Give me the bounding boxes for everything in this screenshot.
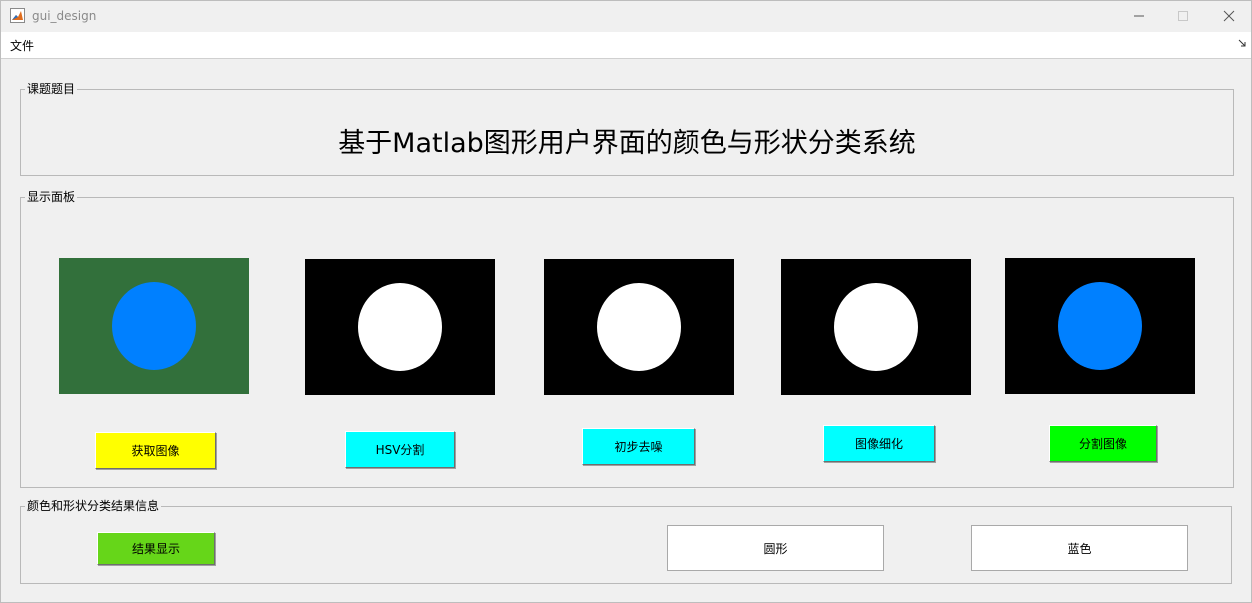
original-image-circle [112,282,196,370]
denoised-image-circle [597,283,681,371]
maximize-icon [1178,11,1188,21]
denoise-button[interactable]: 初步去噪 [582,428,695,465]
hsv-mask-image-circle [358,283,442,371]
window-title: gui_design [32,9,97,23]
toolbar-toggle-icon[interactable] [1238,38,1246,48]
display-panel-legend: 显示面板 [27,190,76,204]
thinned-image-circle [834,283,918,371]
matlab-icon [10,8,25,23]
minimize-icon [1134,15,1144,17]
close-button[interactable] [1215,5,1243,27]
menu-file[interactable]: 文件 [10,37,34,54]
minimize-button[interactable] [1125,5,1153,27]
title-panel: 课题题目 基于Matlab图形用户界面的颜色与形状分类系统 [20,83,1234,176]
result-panel-legend: 颜色和形状分类结果信息 [27,499,160,513]
app-window: gui_design 文件 课题题目 基于Matlab图形用户界面的颜色与形状分… [0,0,1252,603]
segment-image-button[interactable]: 分割图像 [1049,425,1157,462]
color-result-field: 蓝色 [971,525,1188,571]
segmented-image-circle [1058,282,1142,370]
thin-image-button[interactable]: 图像细化 [823,425,935,462]
title-bar: gui_design [1,1,1251,32]
page-title: 基于Matlab图形用户界面的颜色与形状分类系统 [338,128,916,159]
thinned-image [781,259,971,395]
get-image-button[interactable]: 获取图像 [95,432,216,469]
title-panel-legend: 课题题目 [27,82,76,96]
close-icon [1223,10,1235,22]
denoised-image [544,259,734,395]
show-result-button[interactable]: 结果显示 [97,532,215,565]
menu-bar: 文件 [1,32,1251,59]
maximize-button[interactable] [1169,5,1197,27]
segmented-image [1005,258,1195,394]
shape-result-field: 圆形 [667,525,884,571]
hsv-segment-button[interactable]: HSV分割 [345,431,455,468]
original-image [59,258,249,394]
hsv-mask-image [305,259,495,395]
